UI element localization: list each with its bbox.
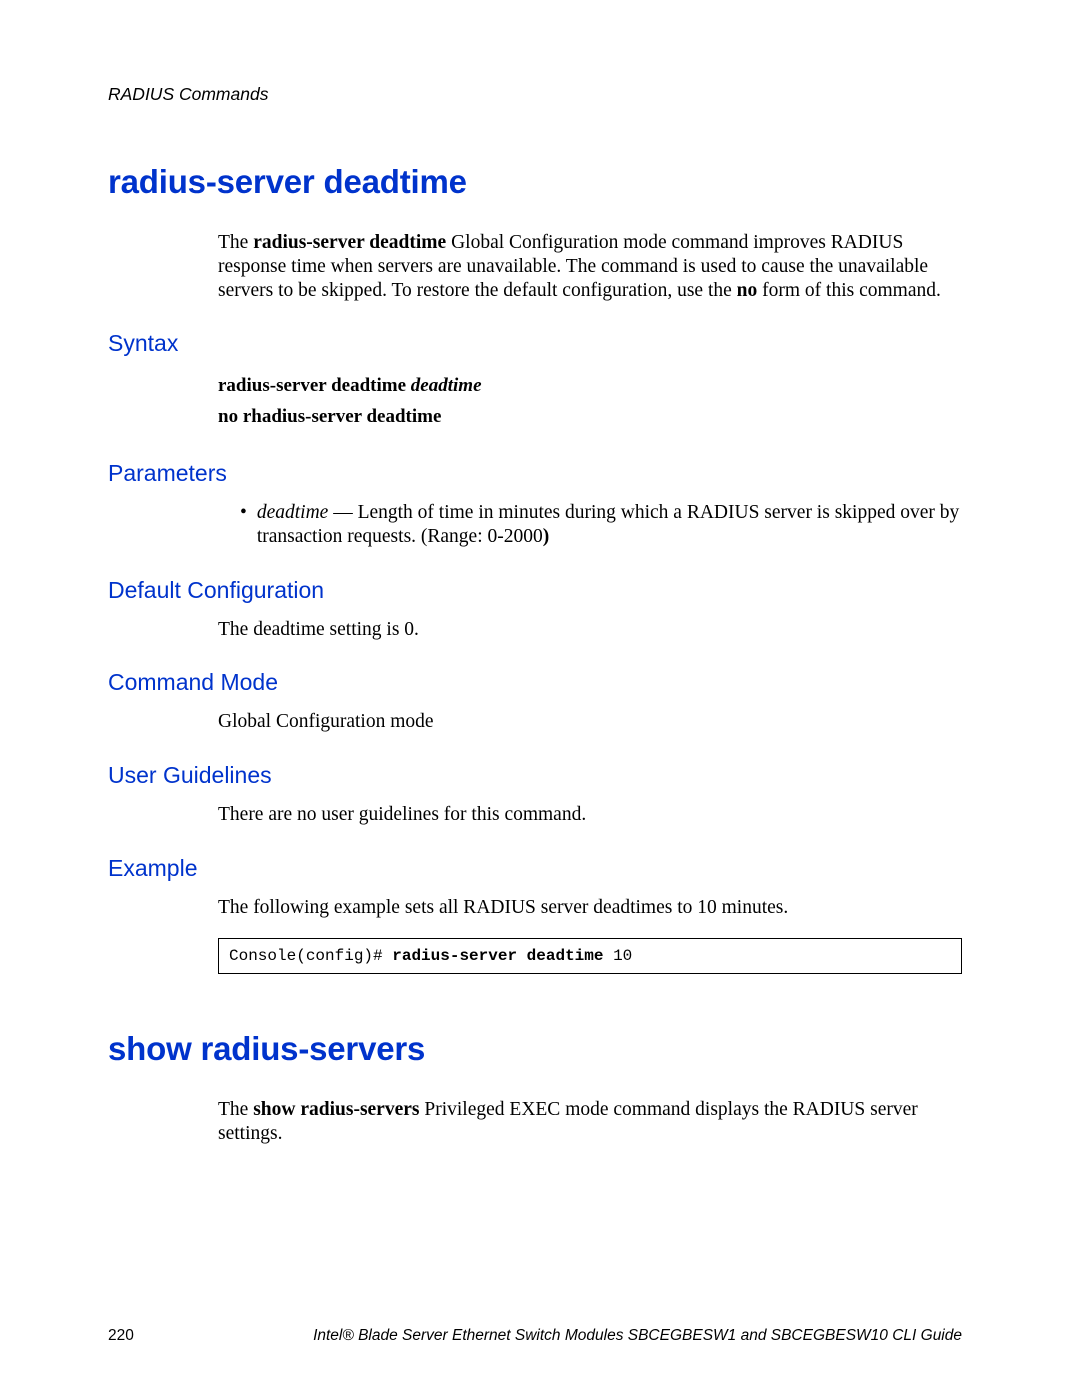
intro-post: form of this command. [757,280,941,301]
bullet-dot: • [240,501,247,549]
parameter-bullet: • deadtime — Length of time in minutes d… [240,501,962,549]
syntax-line1-cmd: radius-server deadtime [218,375,406,396]
section-title-show-radius-servers: show radius-servers [108,1030,962,1068]
heading-example: Example [108,855,962,882]
intro-cmd: radius-server deadtime [253,232,446,253]
s2-intro-pre: The [218,1099,253,1120]
book-title: Intel® Blade Server Ethernet Switch Modu… [313,1327,962,1345]
user-guidelines-text: There are no user guidelines for this co… [218,803,962,827]
default-config-text: The deadtime setting is 0. [218,618,962,642]
param-name: deadtime [257,502,328,523]
parameters-block: • deadtime — Length of time in minutes d… [218,501,962,549]
default-config-block: The deadtime setting is 0. [218,618,962,642]
example-code: Console(config)# radius-server deadtime … [218,938,962,974]
section2-intro: The show radius-servers Privileged EXEC … [218,1098,962,1146]
code-prompt: Console(config)# [229,947,392,965]
syntax-block: radius-server deadtime deadtime no rhadi… [218,371,962,432]
intro-paragraph: The radius-server deadtime Global Config… [218,231,962,302]
heading-default-config: Default Configuration [108,577,962,604]
command-mode-block: Global Configuration mode [218,710,962,734]
syntax-line1-arg: deadtime [411,375,482,396]
heading-user-guidelines: User Guidelines [108,762,962,789]
intro-no: no [737,280,758,301]
syntax-line2: no rhadius-server deadtime [218,402,962,432]
heading-command-mode: Command Mode [108,669,962,696]
heading-parameters: Parameters [108,460,962,487]
code-arg: 10 [603,947,632,965]
example-text: The following example sets all RADIUS se… [218,896,962,920]
page-number: 220 [108,1327,134,1345]
command-mode-text: Global Configuration mode [218,710,962,734]
example-block: The following example sets all RADIUS se… [218,896,962,974]
user-guidelines-block: There are no user guidelines for this co… [218,803,962,827]
heading-syntax: Syntax [108,330,962,357]
intro-pre: The [218,232,253,253]
param-desc-post: ) [543,526,550,547]
page: RADIUS Commands radius-server deadtime T… [0,0,1080,1397]
s2-intro-cmd: show radius-servers [253,1099,419,1120]
page-footer: 220 Intel® Blade Server Ethernet Switch … [108,1327,962,1345]
param-desc-pre: — Length of time in minutes during which… [257,502,959,547]
chapter-header: RADIUS Commands [108,84,962,105]
code-cmd: radius-server deadtime [392,947,603,965]
section-title-radius-server-deadtime: radius-server deadtime [108,163,962,201]
